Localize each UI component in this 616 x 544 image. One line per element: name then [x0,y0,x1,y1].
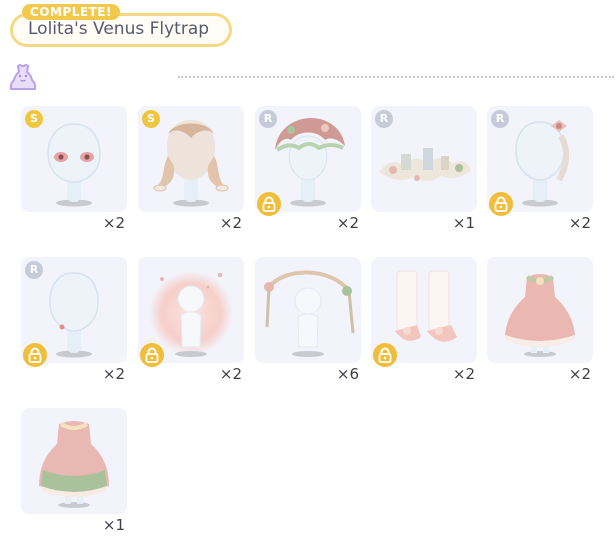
item-card-eyes[interactable]: S ×2 [21,106,127,242]
rarity-badge: S [25,110,43,128]
item-quantity: ×2 [568,365,591,383]
item-thumbnail: R [371,106,477,212]
item-quantity: ×6 [336,365,359,383]
lock-icon [140,343,164,367]
item-thumbnail: S [138,106,244,212]
item-card-hair[interactable]: S ×2 [138,106,244,242]
item-quantity: ×2 [102,214,125,232]
lock-icon [23,343,47,367]
item-thumbnail [21,408,127,514]
rarity-badge: S [142,110,160,128]
rarity-badge: R [25,261,43,279]
item-card-aura[interactable]: ×2 [138,257,244,393]
item-thumbnail [487,257,593,363]
lock-icon [489,192,513,216]
item-quantity: ×2 [452,365,475,383]
item-quantity: ×1 [452,214,475,232]
rarity-badge: R [491,110,509,128]
item-card-hair-accessory[interactable]: R ×2 [487,106,593,242]
item-card-garland[interactable]: ×6 [255,257,361,393]
item-quantity: ×2 [219,365,242,383]
item-thumbnail: S [21,106,127,212]
item-quantity: ×2 [219,214,242,232]
item-thumbnail [255,257,361,363]
rarity-badge: R [375,110,393,128]
item-card-bonnet[interactable]: R ×2 [255,106,361,242]
divider [178,76,614,78]
item-quantity: ×2 [568,214,591,232]
item-card-tea-party[interactable]: R ×1 [371,106,477,242]
dress-outline-icon [9,64,37,90]
pink-dress-art [505,274,575,357]
item-card-socks[interactable]: ×2 [371,257,477,393]
set-title: Lolita's Venus Flytrap [28,19,210,39]
complete-badge: COMPLETE! [22,4,120,20]
rarity-badge: R [259,110,277,128]
item-quantity: ×2 [336,214,359,232]
item-card-earrings[interactable]: R ×2 [21,257,127,393]
item-card-pink-dress[interactable]: ×2 [487,257,593,393]
item-quantity: ×2 [102,365,125,383]
lock-icon [373,343,397,367]
garland-art [264,270,355,357]
green-dress-art [39,421,109,508]
item-quantity: ×1 [102,516,125,534]
item-card-green-dress[interactable]: ×1 [21,408,127,544]
lock-icon [257,192,281,216]
